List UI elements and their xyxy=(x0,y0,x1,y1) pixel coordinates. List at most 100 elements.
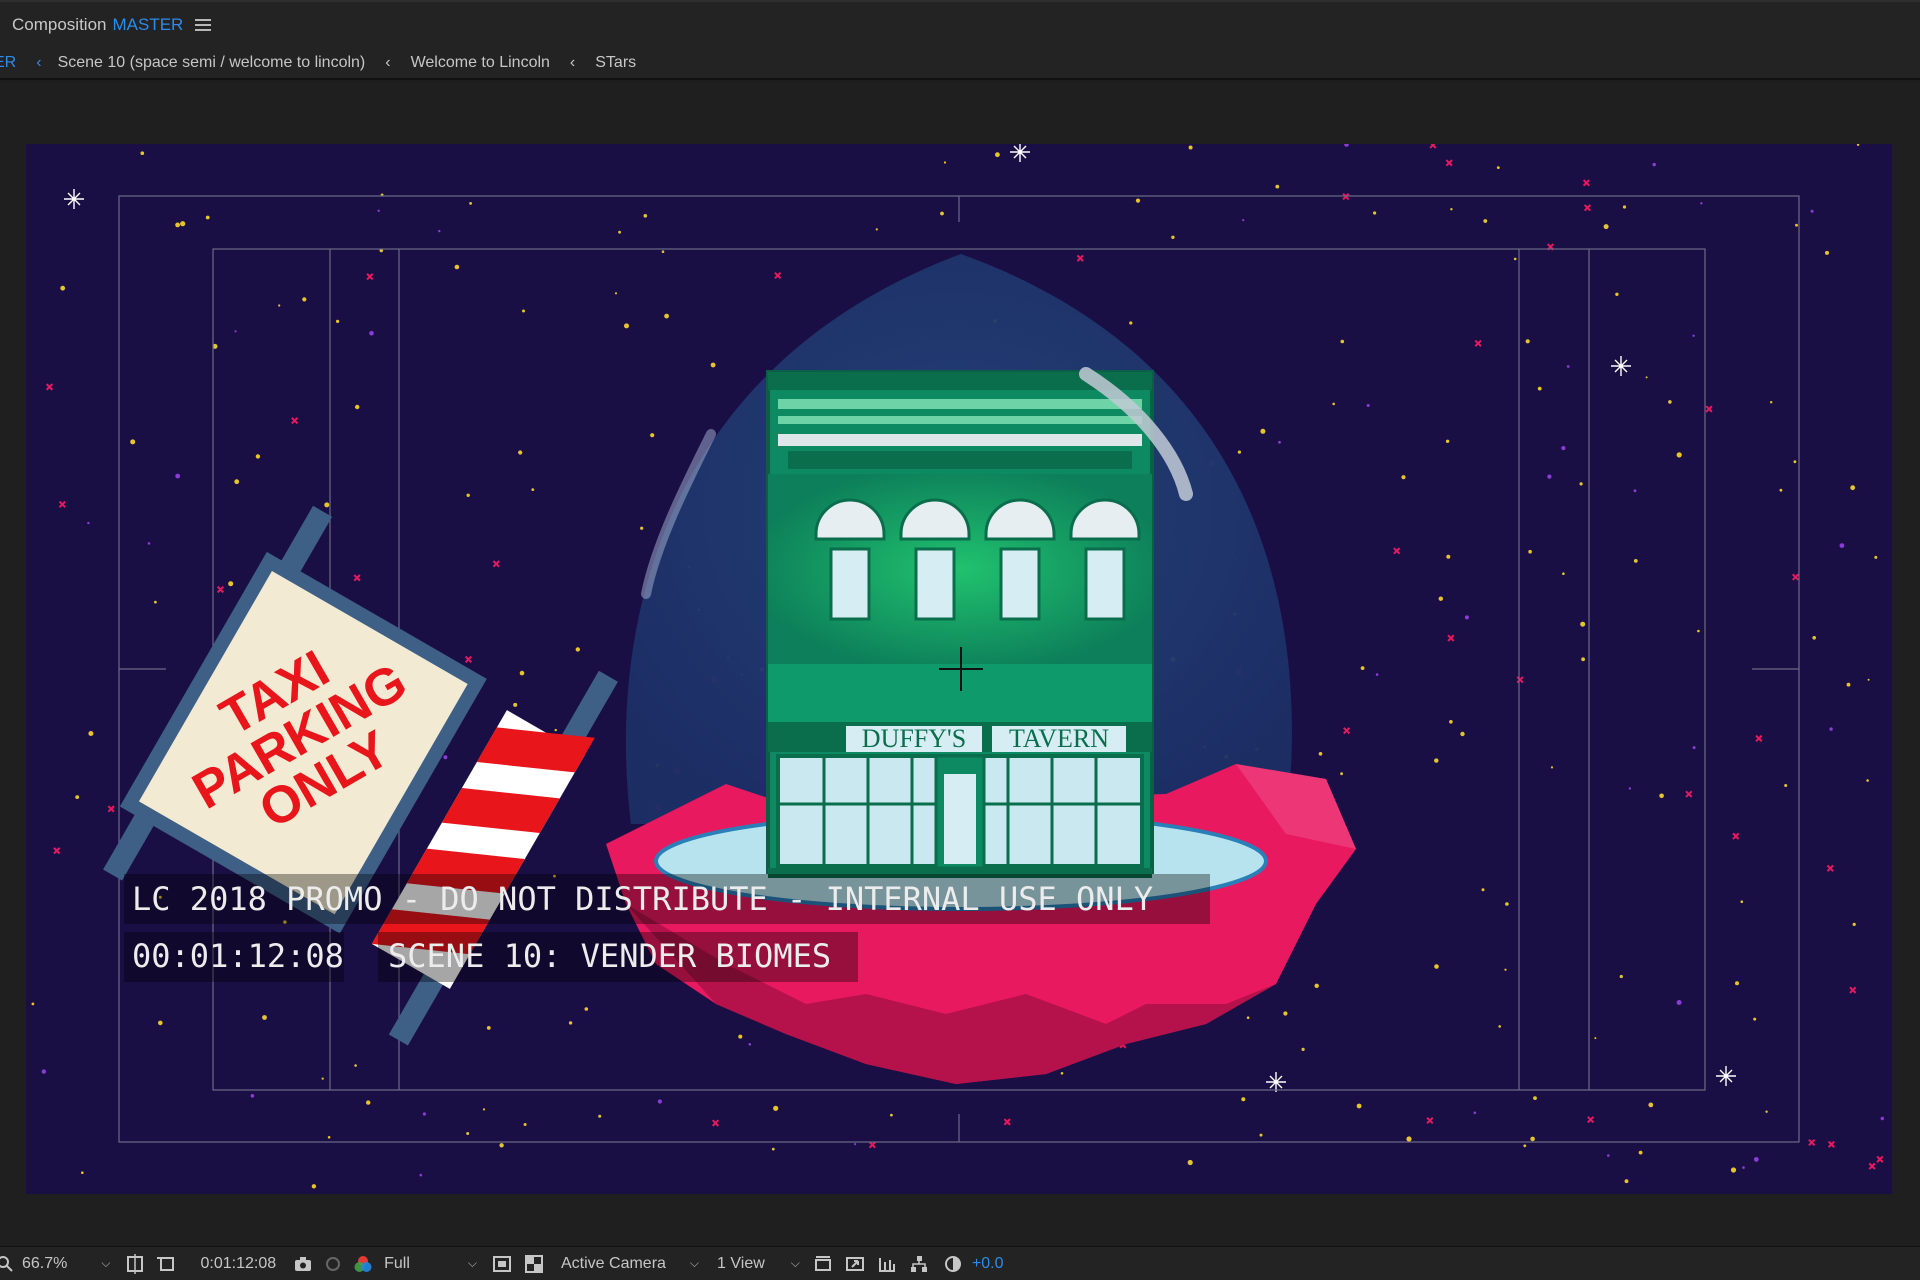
reset-exposure-icon[interactable] xyxy=(942,1253,964,1275)
star-dot xyxy=(1852,922,1856,927)
fit-frame-icon[interactable] xyxy=(124,1253,146,1275)
camera-snapshot-icon[interactable] xyxy=(292,1253,314,1275)
composition-canvas[interactable]: DUFFY'S TAVERN TAXI PARKING ONLY LC 2018… xyxy=(26,144,1892,1194)
transparency-grid-icon[interactable] xyxy=(523,1253,545,1275)
star-cross xyxy=(45,383,54,391)
star-dot xyxy=(1825,250,1829,255)
zoom-select[interactable]: 66.7% ⌵ xyxy=(22,1247,110,1280)
star-dot xyxy=(1633,489,1637,493)
panel-label: Composition xyxy=(12,15,107,34)
breadcrumb-item-welcome[interactable]: Welcome to Lincoln xyxy=(411,54,550,72)
color-channels-icon[interactable] xyxy=(352,1253,374,1275)
star-dot xyxy=(1566,365,1570,368)
panel-menu-icon[interactable] xyxy=(195,19,212,31)
composition-name[interactable]: MASTER xyxy=(113,15,184,35)
star-dot xyxy=(1668,400,1672,404)
star-dot xyxy=(1846,682,1851,687)
store-sign-left: DUFFY'S xyxy=(862,724,966,753)
view-layout-select[interactable]: 1 View ⌵ xyxy=(717,1247,800,1280)
star-dot xyxy=(618,230,621,234)
magnification-icon[interactable] xyxy=(0,1253,16,1275)
star-dot xyxy=(1753,1017,1757,1021)
star-dot xyxy=(31,1002,35,1006)
exposure-value[interactable]: +0.0 xyxy=(972,1247,1004,1280)
star-dot xyxy=(1633,559,1638,563)
star-cross xyxy=(1516,676,1524,684)
star-dot xyxy=(1188,145,1193,150)
star-dot xyxy=(1742,1166,1745,1169)
star-dot xyxy=(443,755,448,760)
star-cross xyxy=(1732,832,1740,840)
composition-viewer[interactable]: DUFFY'S TAVERN TAXI PARKING ONLY LC 2018… xyxy=(0,82,1920,1246)
star-dot xyxy=(568,1021,573,1025)
region-of-interest-icon[interactable] xyxy=(156,1253,178,1275)
star-dot xyxy=(369,330,374,336)
star-dot xyxy=(1856,144,1860,146)
star-dot xyxy=(482,1108,486,1111)
star-dot xyxy=(1648,1102,1654,1108)
star-dot xyxy=(1356,1103,1362,1109)
star-dot xyxy=(255,454,261,459)
star-dot xyxy=(1561,446,1566,451)
target-region-icon[interactable] xyxy=(491,1253,513,1275)
star-dot xyxy=(640,526,644,530)
star-dot xyxy=(1700,202,1703,205)
camera-view-select[interactable]: Active Camera ⌵ xyxy=(561,1247,699,1280)
star-dot xyxy=(1237,450,1241,454)
breadcrumb-item-scene10[interactable]: Scene 10 (space semi / welcome to lincol… xyxy=(58,54,366,72)
star-cross xyxy=(1003,1118,1011,1126)
show-snapshot-icon[interactable] xyxy=(322,1253,344,1275)
star-dot xyxy=(1829,727,1833,731)
star-dot xyxy=(354,1064,357,1067)
star-dot xyxy=(1533,1096,1537,1100)
star-dot xyxy=(250,1094,255,1098)
star-cross xyxy=(291,417,299,425)
star-dot xyxy=(154,600,157,604)
star-dot xyxy=(1795,223,1798,227)
breadcrumb-item-stars[interactable]: STars xyxy=(595,54,636,72)
star-dot xyxy=(234,479,240,485)
star-cross xyxy=(1583,204,1591,212)
resolution-select[interactable]: Full ⌵ xyxy=(384,1247,477,1280)
star-dot xyxy=(336,319,340,323)
star-dot xyxy=(1547,474,1552,479)
star-dot xyxy=(1135,198,1141,203)
star-cross xyxy=(1445,159,1453,167)
star-dot xyxy=(1344,144,1349,147)
star-cross xyxy=(1868,1162,1876,1170)
star-dot xyxy=(1659,793,1664,799)
star-dot xyxy=(1537,386,1542,391)
star-cross xyxy=(1447,634,1455,642)
star-dot xyxy=(1810,209,1814,213)
star-dot xyxy=(75,795,80,799)
promo-text: LC 2018 PROMO - DO NOT DISTRIBUTE - INTE… xyxy=(132,880,1153,918)
star-dot xyxy=(311,1184,317,1189)
star-dot xyxy=(523,1123,527,1126)
star-dot xyxy=(88,731,94,736)
star-dot xyxy=(87,521,90,525)
star-cross xyxy=(464,655,472,663)
star-dot xyxy=(1434,758,1439,763)
star-dot xyxy=(1740,900,1744,903)
star-dot xyxy=(1628,787,1632,790)
star-dot xyxy=(1314,983,1319,988)
camera-view-value: Active Camera xyxy=(561,1254,666,1272)
star-dot xyxy=(738,1034,743,1039)
pixel-aspect-icon[interactable] xyxy=(812,1253,834,1275)
flowchart-icon[interactable] xyxy=(908,1253,930,1275)
breadcrumb-item-master[interactable]: ER xyxy=(0,54,16,72)
star-dot xyxy=(1581,657,1585,662)
star-dot xyxy=(531,488,535,491)
star-cross xyxy=(868,1141,876,1149)
star-dot xyxy=(1242,219,1245,222)
timeline-icon[interactable] xyxy=(876,1253,898,1275)
sparkle xyxy=(64,189,84,209)
fast-previews-icon[interactable] xyxy=(844,1253,866,1275)
star-dot xyxy=(1473,1111,1477,1115)
star-dot xyxy=(321,1077,324,1080)
star-dot xyxy=(1579,482,1583,486)
star-dot xyxy=(710,362,716,368)
current-time-display[interactable]: 0:01:12:08 xyxy=(200,1247,276,1280)
star-dot xyxy=(643,214,648,218)
chevron-down-icon: ⌵ xyxy=(101,1256,111,1270)
